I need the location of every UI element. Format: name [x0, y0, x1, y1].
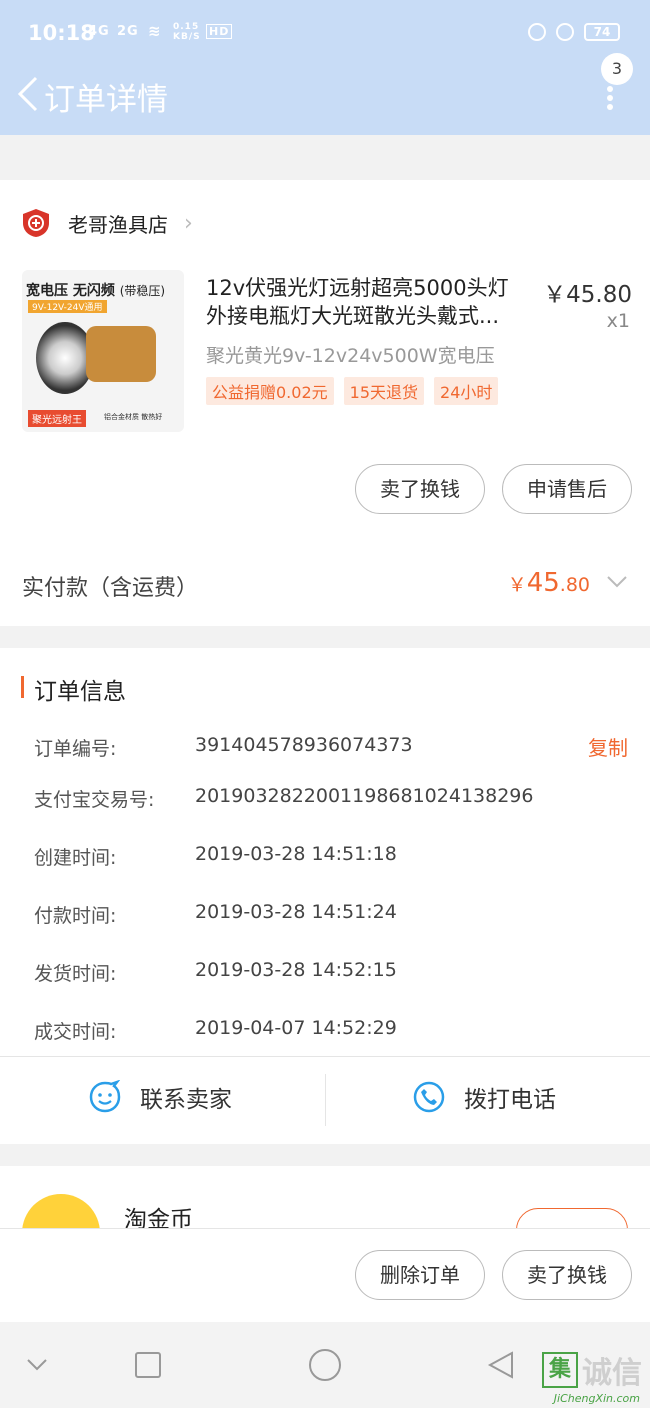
- info-key: 支付宝交易号:: [34, 789, 155, 811]
- delete-order-button[interactable]: 删除订单: [355, 1250, 485, 1300]
- product-sku: 聚光黄光9v-12v24v500W宽电压: [206, 345, 495, 367]
- nav-recents-icon[interactable]: [135, 1352, 161, 1378]
- info-key: 付款时间:: [34, 905, 117, 927]
- bottom-action-bar: 删除订单 卖了换钱: [0, 1228, 650, 1322]
- battery-icon: 74: [584, 23, 620, 41]
- contact-seller-button[interactable]: 联系卖家: [88, 1080, 232, 1114]
- info-value: 2019-04-07 14:52:29: [195, 1017, 397, 1039]
- paid-int: 45: [526, 568, 560, 598]
- paid-amount[interactable]: ￥45.80: [508, 568, 590, 598]
- message-badge[interactable]: 3: [601, 53, 633, 85]
- info-key: 发货时间:: [34, 963, 117, 985]
- info-key: 成交时间:: [34, 1021, 117, 1043]
- info-key: 订单编号:: [34, 738, 117, 760]
- sell-button[interactable]: 卖了换钱: [355, 464, 485, 514]
- paid-amount-label: 实付款（含运费）: [22, 576, 199, 601]
- chevron-down-icon[interactable]: [606, 572, 628, 592]
- product-image[interactable]: 宽电压 无闪频 (带稳压) 9V-12V-24V通用 聚光远射王 铝合金材质 散…: [22, 270, 184, 432]
- shop-name: 老哥渔具店: [68, 212, 168, 237]
- product-quantity: x1: [606, 310, 630, 332]
- after-sale-button[interactable]: 申请售后: [502, 464, 632, 514]
- alarm-icon: [556, 23, 574, 41]
- info-value: 391404578936074373: [195, 734, 413, 756]
- paid-dec: .80: [559, 574, 590, 596]
- info-value: 2019-03-28 14:51:18: [195, 843, 397, 865]
- nav-collapse-icon[interactable]: [26, 1358, 48, 1372]
- info-value: 2019032822001198681024138296: [195, 785, 534, 807]
- lock-rotation-icon: [528, 23, 546, 41]
- shop-badge-icon: [23, 209, 49, 237]
- order-info-title: 订单信息: [34, 679, 126, 705]
- product-image-text-2: 9V-12V-24V通用: [28, 300, 107, 313]
- phone-icon: [413, 1081, 445, 1113]
- product-image-text-1b: (带稳压): [119, 284, 166, 298]
- tag-24h: 24小时: [434, 377, 499, 405]
- product-image-text-1: 宽电压 无闪频: [26, 283, 115, 299]
- info-value: 2019-03-28 14:51:24: [195, 901, 397, 923]
- product-image-text-4: 铝合金材质 散热好: [104, 413, 163, 421]
- watermark-text: 诚信: [582, 1356, 642, 1391]
- hd-icon: HD: [206, 24, 233, 39]
- signal-4g: 4G: [88, 24, 110, 39]
- call-label: 拨打电话: [464, 1087, 556, 1113]
- tag-donation: 公益捐赠0.02元: [206, 377, 334, 405]
- order-product-card: 老哥渔具店 › 宽电压 无闪频 (带稳压) 9V-12V-24V通用 聚光远射王…: [0, 156, 650, 626]
- info-value: 2019-03-28 14:52:15: [195, 959, 397, 981]
- signal-2g: 2G: [117, 24, 139, 39]
- info-key: 创建时间:: [34, 847, 117, 869]
- chevron-right-icon: ›: [184, 210, 193, 236]
- nav-back-icon[interactable]: [486, 1350, 516, 1380]
- watermark: 集 诚信: [542, 1348, 642, 1392]
- section-accent-bar: [21, 676, 24, 698]
- nav-home-icon[interactable]: [309, 1349, 341, 1381]
- product-image-text-3: 聚光远射王: [28, 410, 86, 427]
- network-speed: 0.15 KB/S: [173, 22, 201, 42]
- paid-currency: ￥: [507, 574, 527, 596]
- contact-seller-label: 联系卖家: [140, 1087, 232, 1113]
- wifi-icon: ≋: [148, 22, 162, 40]
- product-title[interactable]: 12v伏强光灯远射超亮5000头灯外接电瓶灯大光斑散光头戴式...: [206, 274, 526, 330]
- product-tags: 公益捐赠0.02元 15天退货 24小时: [206, 377, 499, 405]
- watermark-url: JiChengXin.com: [553, 1392, 640, 1405]
- status-bar: 10:18 4G 2G ≋ 0.15 KB/S HD 74: [0, 0, 650, 66]
- call-button[interactable]: 拨打电话: [412, 1080, 556, 1114]
- lamp-body-graphic: [86, 326, 156, 382]
- product-price: ￥45.80: [543, 282, 632, 308]
- watermark-logo: 集: [542, 1352, 578, 1388]
- page-title: 订单详情: [44, 82, 168, 118]
- copy-button[interactable]: 复制: [588, 732, 628, 761]
- status-time: 10:18: [28, 21, 95, 45]
- coin-card: 淘金币: [0, 1166, 650, 1236]
- divider: [0, 1056, 650, 1057]
- chat-icon: [89, 1080, 121, 1113]
- back-arrow-icon[interactable]: [14, 74, 44, 114]
- divider: [325, 1074, 326, 1126]
- shop-link[interactable]: 老哥渔具店 ›: [22, 208, 193, 238]
- tag-return: 15天退货: [343, 377, 425, 405]
- sell-button-bottom[interactable]: 卖了换钱: [502, 1250, 632, 1300]
- more-menu-icon[interactable]: [606, 86, 614, 110]
- app-header: 10:18 4G 2G ≋ 0.15 KB/S HD 74 订单详情 3: [0, 0, 650, 135]
- order-info-card: 订单信息 订单编号: 391404578936074373 复制 支付宝交易号:…: [0, 648, 650, 1144]
